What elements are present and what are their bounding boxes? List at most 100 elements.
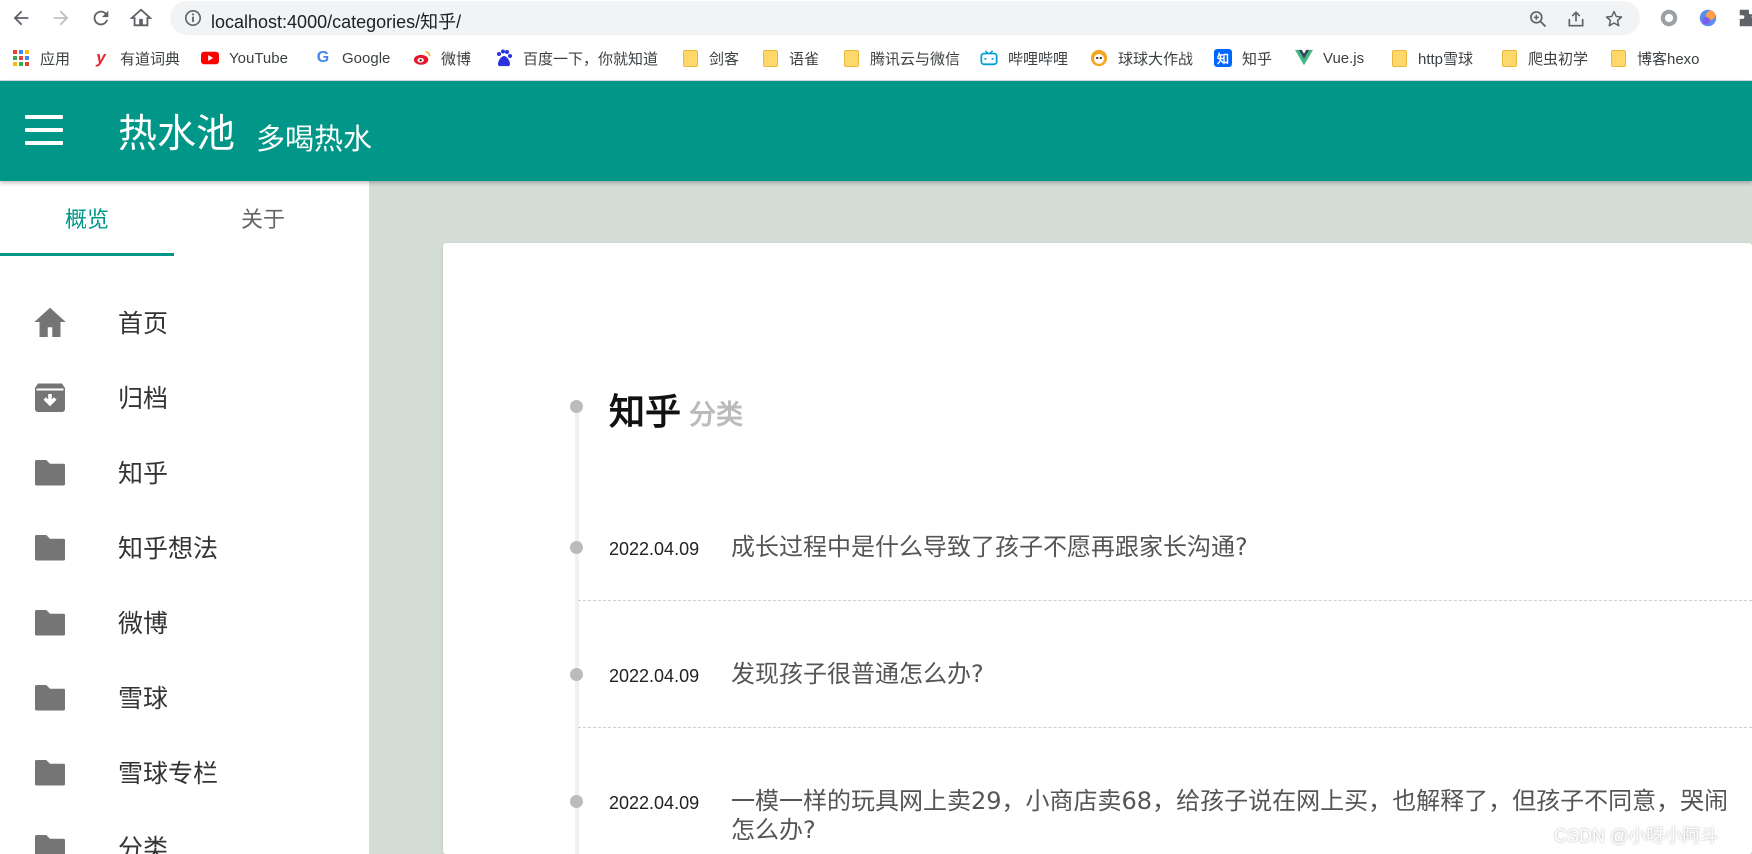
youtube-icon xyxy=(201,49,219,67)
url-text[interactable]: localhost:4000/categories/知乎/ xyxy=(211,8,461,34)
sidebar-item-xueqiu-column[interactable]: 雪球专栏 xyxy=(0,734,369,809)
bookmarks-bar: 应用 y 有道词典 YouTube G Google 微博 百度一下，你就知道 xyxy=(0,44,1752,72)
category-name: 知乎 xyxy=(609,392,682,433)
bookmark-label: 知乎 xyxy=(1242,50,1273,68)
bookmark-folder-yuque[interactable]: 语雀 xyxy=(761,46,819,70)
tab-about[interactable]: 关于 xyxy=(176,181,350,255)
apps-grid-icon xyxy=(12,49,30,67)
sidebar-item-zhihu-ideas[interactable]: 知乎想法 xyxy=(0,509,369,584)
folder-icon xyxy=(35,834,65,854)
home-outline-icon xyxy=(130,8,152,27)
forward-button[interactable] xyxy=(47,4,75,32)
timeline-dot xyxy=(570,400,583,413)
address-bar[interactable]: localhost:4000/categories/知乎/ xyxy=(170,1,1640,35)
bookmark-label: 剑客 xyxy=(709,50,740,68)
vue-icon xyxy=(1295,49,1313,67)
timeline-dot xyxy=(570,668,583,681)
bookmark-game[interactable]: 球球大作战 xyxy=(1090,46,1193,70)
bookmark-folder-hexo[interactable]: 博客hexo xyxy=(1609,46,1700,70)
bookmark-zhihu[interactable]: 知 知乎 xyxy=(1214,46,1272,70)
bookmark-label: Google xyxy=(342,49,391,67)
site-title[interactable]: 热水池 xyxy=(118,103,235,159)
sidebar-item-archive[interactable]: 归档 xyxy=(0,359,369,434)
bookmark-youdao[interactable]: y 有道词典 xyxy=(92,46,180,70)
share-icon[interactable] xyxy=(1564,7,1588,31)
bookmark-apps[interactable]: 应用 xyxy=(12,46,70,70)
browser-toolbar: localhost:4000/categories/知乎/ 应用 y 有道词典 … xyxy=(0,0,1752,81)
bookmark-label: http雪球 xyxy=(1418,50,1474,68)
extension-circle-icon[interactable] xyxy=(1657,6,1681,30)
home-button[interactable] xyxy=(127,4,155,32)
bookmark-label: 有道词典 xyxy=(120,50,181,68)
sidebar-item-label: 分类 xyxy=(118,833,169,854)
sidebar-item-label: 首页 xyxy=(118,308,169,338)
sidebar-item-label: 微博 xyxy=(118,608,169,638)
bookmark-weibo[interactable]: 微博 xyxy=(413,46,471,70)
bookmark-label: 微博 xyxy=(441,50,472,68)
bookmark-folder-xueqiu[interactable]: http雪球 xyxy=(1390,46,1473,70)
arrow-right-icon xyxy=(53,10,69,26)
folder-icon xyxy=(35,534,65,560)
bookmark-folder-crawler[interactable]: 爬虫初学 xyxy=(1500,46,1588,70)
post-title-link[interactable]: 成长过程中是什么导致了孩子不愿再跟家长沟通? xyxy=(731,533,1731,562)
zhihu-icon: 知 xyxy=(1214,49,1232,67)
timeline-dot xyxy=(570,795,583,808)
extension-translate-icon[interactable] xyxy=(1696,6,1720,30)
sidebar-item-zhihu[interactable]: 知乎 xyxy=(0,434,369,509)
arrow-left-icon xyxy=(13,10,29,26)
star-icon[interactable] xyxy=(1602,7,1626,31)
reload-button[interactable] xyxy=(87,4,115,32)
bookmark-bilibili[interactable]: 哔哩哔哩 xyxy=(980,46,1068,70)
back-button[interactable] xyxy=(7,4,35,32)
post-date: 2022.04.09 xyxy=(609,793,700,813)
sidebar-item-weibo[interactable]: 微博 xyxy=(0,584,369,659)
folder-icon xyxy=(1609,49,1627,67)
bookmark-label: YouTube xyxy=(229,49,288,67)
bookmark-baidu[interactable]: 百度一下，你就知道 xyxy=(495,46,658,70)
game-icon xyxy=(1090,49,1108,67)
menu-icon[interactable] xyxy=(25,115,63,145)
sidebar-item-categories[interactable]: 分类 xyxy=(0,809,369,854)
bilibili-icon xyxy=(980,49,998,67)
site-header: 热水池 多喝热水 xyxy=(0,81,1752,181)
reload-icon xyxy=(93,10,109,26)
folder-icon xyxy=(35,759,65,785)
post-title-link[interactable]: 发现孩子很普通怎么办? xyxy=(731,660,1731,689)
bookmark-label: 应用 xyxy=(40,50,71,68)
youdao-icon: y xyxy=(96,48,106,67)
tab-indicator xyxy=(0,253,174,256)
sidebar-item-home[interactable]: 首页 xyxy=(0,284,369,359)
folder-icon xyxy=(35,609,65,635)
watermark: CSDN @小呀小阿斗 xyxy=(1554,826,1719,846)
google-icon: G xyxy=(316,49,330,66)
extensions-puzzle-icon[interactable] xyxy=(1736,6,1752,30)
sidebar-item-xueqiu[interactable]: 雪球 xyxy=(0,659,369,734)
post-separator xyxy=(578,600,1752,601)
post-date: 2022.04.09 xyxy=(609,666,700,686)
bookmark-folder-jianke[interactable]: 剑客 xyxy=(681,46,739,70)
bookmark-label: 百度一下，你就知道 xyxy=(523,50,659,68)
timeline-line xyxy=(575,401,579,854)
bookmark-google[interactable]: G Google xyxy=(314,46,391,70)
home-icon xyxy=(34,307,66,337)
folder-icon xyxy=(1500,49,1518,67)
category-card: 知乎 分类 2022.04.09 成长过程中是什么导致了孩子不愿再跟家长沟通? 2… xyxy=(443,243,1752,854)
folder-icon xyxy=(761,49,779,67)
bookmark-label: 爬虫初学 xyxy=(1528,50,1589,68)
folder-icon xyxy=(35,459,65,485)
info-icon[interactable] xyxy=(184,9,202,31)
bookmark-label: 球球大作战 xyxy=(1118,50,1194,68)
post-date: 2022.04.09 xyxy=(609,539,700,559)
sidebar-item-label: 归档 xyxy=(118,383,169,413)
sidebar-item-label: 知乎想法 xyxy=(118,533,219,563)
bookmark-folder-tencent[interactable]: 腾讯云与微信 xyxy=(842,46,960,70)
weibo-icon xyxy=(413,49,431,67)
bookmark-vue[interactable]: Vue.js xyxy=(1295,46,1364,70)
category-suffix: 分类 xyxy=(689,400,744,431)
sidebar-item-label: 雪球专栏 xyxy=(118,758,219,788)
tab-overview[interactable]: 概览 xyxy=(0,181,174,255)
zoom-icon[interactable] xyxy=(1526,7,1550,31)
sidebar: 概览 关于 首页 归档 知乎 知乎想法 微博 雪球 雪球专栏 分类 xyxy=(0,181,369,854)
bookmark-youtube[interactable]: YouTube xyxy=(201,46,288,70)
site-subtitle: 多喝热水 xyxy=(256,122,373,156)
